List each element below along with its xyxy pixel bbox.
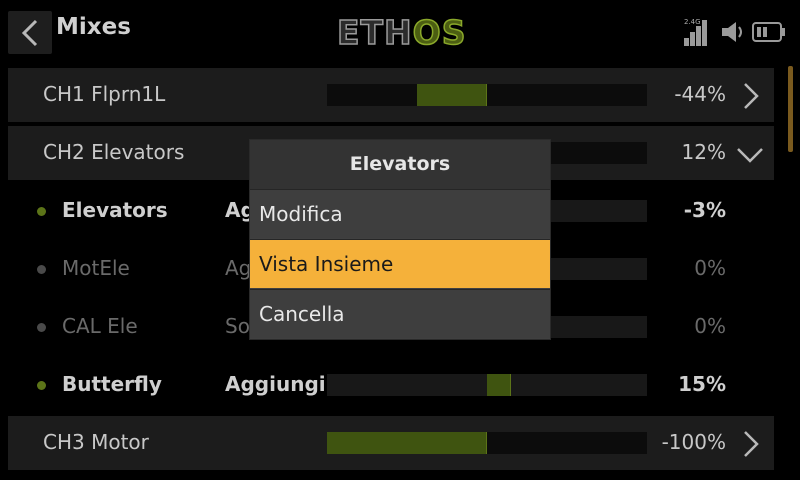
output-bar-fill (327, 432, 487, 454)
channel-row[interactable]: CH3 Motor -100% (8, 416, 774, 470)
popup-title: Elevators (250, 140, 550, 189)
page-title: Mixes (56, 14, 131, 40)
output-bar (327, 374, 647, 396)
mix-popup-menu: Elevators Modifica Vista Insieme Cancell… (250, 140, 550, 339)
scrollbar[interactable] (788, 66, 793, 152)
top-bar: Mixes ETHOS 2.4G (0, 0, 800, 66)
output-value: 12% (681, 140, 726, 164)
mix-operation: Aggiungi (225, 372, 326, 396)
channel-row[interactable]: CH1 Flprn1L -44% (8, 68, 774, 122)
menu-item-modifica[interactable]: Modifica (250, 189, 550, 238)
menu-item-cancella[interactable]: Cancella (250, 289, 550, 338)
channel-name: CH3 Motor (43, 430, 149, 454)
mix-status-dot (37, 265, 46, 274)
output-bar-fill (416, 84, 487, 106)
menu-item-vista-insieme[interactable]: Vista Insieme (250, 239, 550, 288)
back-arrow-icon (21, 19, 38, 47)
mix-name: MotEle (62, 256, 130, 280)
channel-name: CH1 Flprn1L (43, 82, 166, 106)
output-bar (327, 432, 647, 454)
signal-band-label: 2.4G (684, 18, 701, 26)
mix-name: CAL Ele (62, 314, 138, 338)
battery-icon (752, 22, 782, 42)
output-value: 15% (678, 372, 726, 396)
chevron-right-icon[interactable] (736, 82, 764, 110)
ethos-logo: ETHOS (336, 13, 467, 53)
back-button[interactable] (8, 11, 52, 54)
mix-name: Butterfly (62, 372, 162, 396)
chevron-right-icon[interactable] (736, 430, 764, 458)
signal-strength-icon: 2.4G (684, 14, 714, 46)
output-bar-fill (487, 374, 511, 396)
output-value: 0% (694, 314, 726, 338)
output-value: 0% (694, 256, 726, 280)
output-value: -3% (683, 198, 726, 222)
status-area: 2.4G (684, 14, 786, 50)
mix-name: Elevators (62, 198, 168, 222)
mix-status-dot (37, 323, 46, 332)
output-value: -44% (674, 82, 726, 106)
output-bar (327, 84, 647, 106)
output-value: -100% (661, 430, 726, 454)
speaker-icon (722, 22, 742, 42)
mix-status-dot (37, 381, 46, 390)
mix-row[interactable]: Butterfly Aggiungi 15% (8, 358, 774, 412)
channel-name: CH2 Elevators (43, 140, 185, 164)
chevron-down-icon[interactable] (736, 140, 764, 168)
mix-status-dot (37, 207, 46, 216)
